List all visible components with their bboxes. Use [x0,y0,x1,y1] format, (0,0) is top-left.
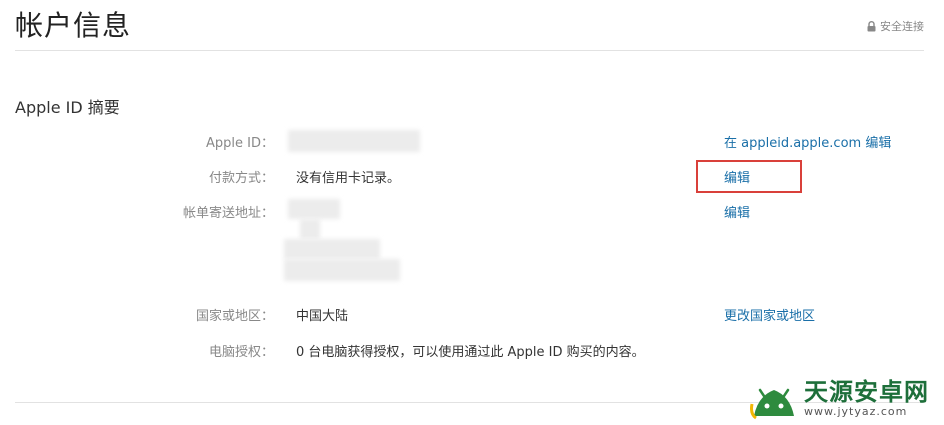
payment-value: 没有信用卡记录。 [296,171,401,186]
edit-apple-id-link[interactable]: 在 appleid.apple.com 编辑 [724,132,891,151]
page-title: 帐户信息 [15,9,132,42]
authorization-value: 0 台电脑获得授权，可以使用通过此 Apple ID 购买的内容。 [296,345,645,360]
account-info-page: 帐户信息 安全连接 Apple ID 摘要 Apple ID： 在 applei… [0,0,944,425]
section-title: Apple ID 摘要 [15,98,120,117]
edit-billing-address-link[interactable]: 编辑 [724,202,750,221]
android-logo-icon [750,388,794,420]
country-label: 国家或地区： [195,309,274,324]
country-row: 国家或地区： 中国大陆 更改国家或地区 [0,305,944,325]
billing-address-row: 帐单寄送地址： 编辑 [0,202,944,222]
redacted-billing-line-3 [284,239,380,259]
billing-address-label: 帐单寄送地址： [182,206,274,221]
header-divider [15,50,924,51]
highlight-box [696,160,802,193]
secure-connection-label: 安全连接 [880,20,924,33]
payment-row: 付款方式： 没有信用卡记录。 编辑 [0,167,944,187]
apple-id-label: Apple ID： [206,136,274,151]
site-watermark: 天源安卓网 www.jytyaz.com [750,376,929,420]
lock-icon [867,20,876,32]
redacted-billing-line-2 [300,219,320,239]
redacted-billing-line-1 [288,199,340,219]
payment-label: 付款方式： [208,171,274,186]
watermark-site-name: 天源安卓网 [804,377,929,406]
change-country-link[interactable]: 更改国家或地区 [724,305,815,324]
watermark-url: www.jytyaz.com [804,404,908,418]
authorization-row: 电脑授权： 0 台电脑获得授权，可以使用通过此 Apple ID 购买的内容。 [0,341,944,361]
authorization-label: 电脑授权： [208,345,274,360]
redacted-apple-id [288,130,420,152]
apple-id-row: Apple ID： 在 appleid.apple.com 编辑 [0,132,944,152]
redacted-billing-line-4 [284,259,400,281]
secure-connection-indicator: 安全连接 [867,18,924,34]
country-value: 中国大陆 [296,309,349,324]
